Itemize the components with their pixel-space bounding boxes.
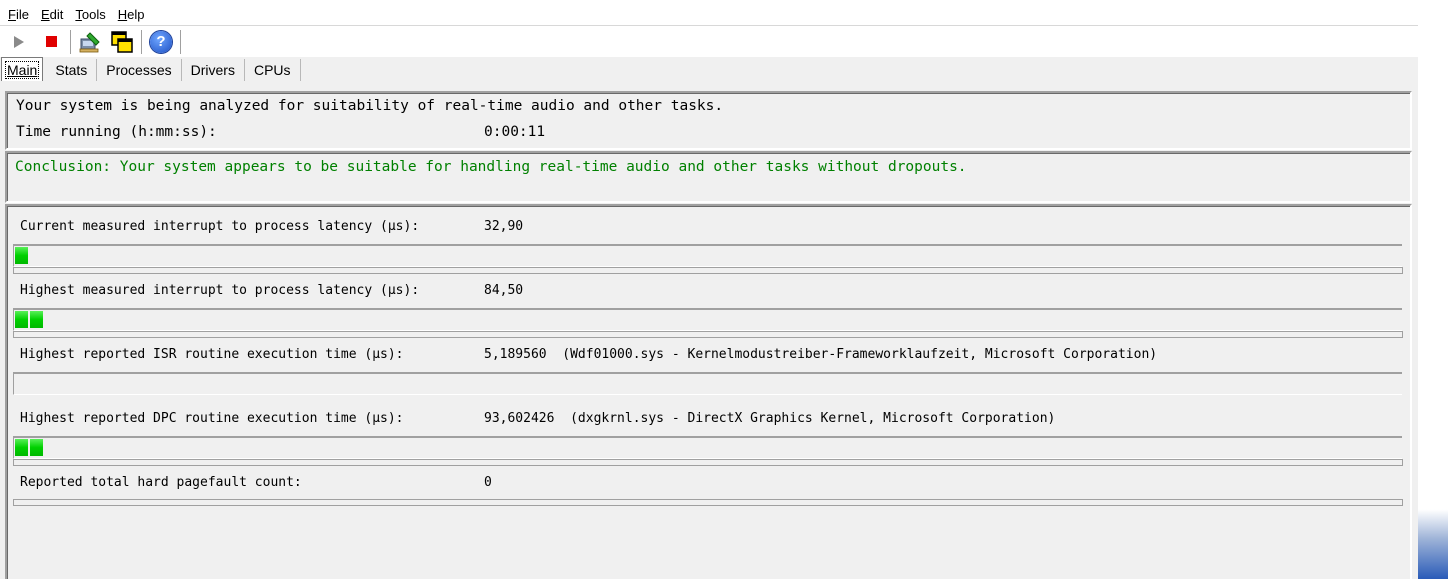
- menu-tools-rest: ools: [81, 7, 106, 22]
- pagefault-count-value: 0: [484, 475, 492, 490]
- desktop-background: [1418, 0, 1448, 579]
- conclusion-text: Conclusion: Your system appears to be su…: [15, 159, 967, 175]
- settings-button[interactable]: [77, 29, 103, 55]
- menu-help[interactable]: Help: [114, 7, 149, 22]
- highest-latency-value: 84,50: [484, 283, 524, 298]
- menu-file[interactable]: File: [4, 7, 33, 22]
- time-running-value: 0:00:11: [484, 124, 546, 140]
- tab-main[interactable]: Main: [1, 57, 44, 81]
- menu-help-rest: elp: [127, 7, 145, 22]
- metrics-panel: Current measured interrupt to process la…: [5, 204, 1412, 579]
- help-icon: ?: [150, 30, 172, 53]
- meter-segment: [30, 311, 43, 328]
- latencymon-window: File Edit Tools Help ? Main Stats Proces…: [0, 0, 1418, 579]
- settings-icon: [79, 31, 100, 52]
- current-latency-label: Current measured interrupt to process la…: [20, 219, 420, 234]
- toolbar-separator: [70, 29, 71, 54]
- pagefault-meter-base: [13, 499, 1403, 506]
- isr-time-label: Highest reported ISR routine execution t…: [20, 347, 404, 362]
- tab-drivers-label: Drivers: [190, 62, 235, 78]
- dpc-time-label: Highest reported DPC routine execution t…: [20, 411, 404, 426]
- analysis-status-text: Your system is being analyzed for suitab…: [16, 98, 724, 114]
- highest-latency-meter-base: [13, 331, 1403, 338]
- current-latency-meter-base: [13, 267, 1403, 274]
- current-latency-meter: [13, 244, 1402, 267]
- toolbar-separator-2: [141, 29, 142, 54]
- meter-fill: [15, 311, 45, 329]
- tab-strip: Main Stats Processes Drivers CPUs: [0, 57, 1418, 81]
- tab-processes[interactable]: Processes: [97, 59, 182, 81]
- meter-fill: [15, 247, 30, 265]
- toolbar: ?: [0, 26, 1418, 57]
- highest-latency-label: Highest measured interrupt to process la…: [20, 283, 420, 298]
- play-icon: [14, 35, 24, 48]
- meter-segment: [15, 247, 28, 264]
- tab-cpus[interactable]: CPUs: [245, 59, 301, 81]
- status-panel: Your system is being analyzed for suitab…: [5, 91, 1412, 150]
- tab-stats[interactable]: Stats: [43, 59, 98, 81]
- pagefault-count-label: Reported total hard pagefault count:: [20, 475, 302, 490]
- tab-stats-label: Stats: [55, 62, 88, 78]
- conclusion-panel: Conclusion: Your system appears to be su…: [5, 151, 1412, 203]
- highest-latency-meter: [13, 308, 1402, 331]
- menu-tools[interactable]: Tools: [71, 7, 109, 22]
- tab-processes-label: Processes: [106, 62, 172, 78]
- menu-edit-rest: dit: [49, 7, 64, 22]
- dpc-time-value: 93,602426 (dxgkrnl.sys - DirectX Graphic…: [484, 411, 1056, 426]
- isr-time-meter: [13, 372, 1402, 395]
- dpc-time-meter: [13, 436, 1402, 459]
- meter-fill: [15, 439, 45, 457]
- stop-icon: [45, 36, 57, 47]
- tab-main-label: Main: [4, 60, 40, 79]
- tab-cpus-label: CPUs: [253, 62, 291, 78]
- tab-drivers[interactable]: Drivers: [182, 59, 245, 81]
- window-button[interactable]: [109, 29, 135, 55]
- stop-button[interactable]: [38, 29, 64, 55]
- menu-file-rest: ile: [15, 7, 29, 22]
- window-icon: [111, 30, 133, 53]
- toolbar-separator-3: [180, 29, 181, 54]
- menu-edit[interactable]: Edit: [37, 7, 67, 22]
- start-button[interactable]: [6, 29, 32, 55]
- menu-bar: File Edit Tools Help: [0, 4, 1418, 26]
- meter-segment: [30, 439, 43, 456]
- current-latency-value: 32,90: [484, 219, 524, 234]
- meter-segment: [15, 439, 28, 456]
- meter-segment: [15, 311, 28, 328]
- isr-time-value: 5,189560 (Wdf01000.sys - Kernelmodustrei…: [484, 347, 1158, 362]
- time-running-label: Time running (h:mm:ss):: [16, 124, 217, 140]
- dpc-time-meter-base: [13, 459, 1403, 466]
- help-button[interactable]: ?: [148, 29, 174, 55]
